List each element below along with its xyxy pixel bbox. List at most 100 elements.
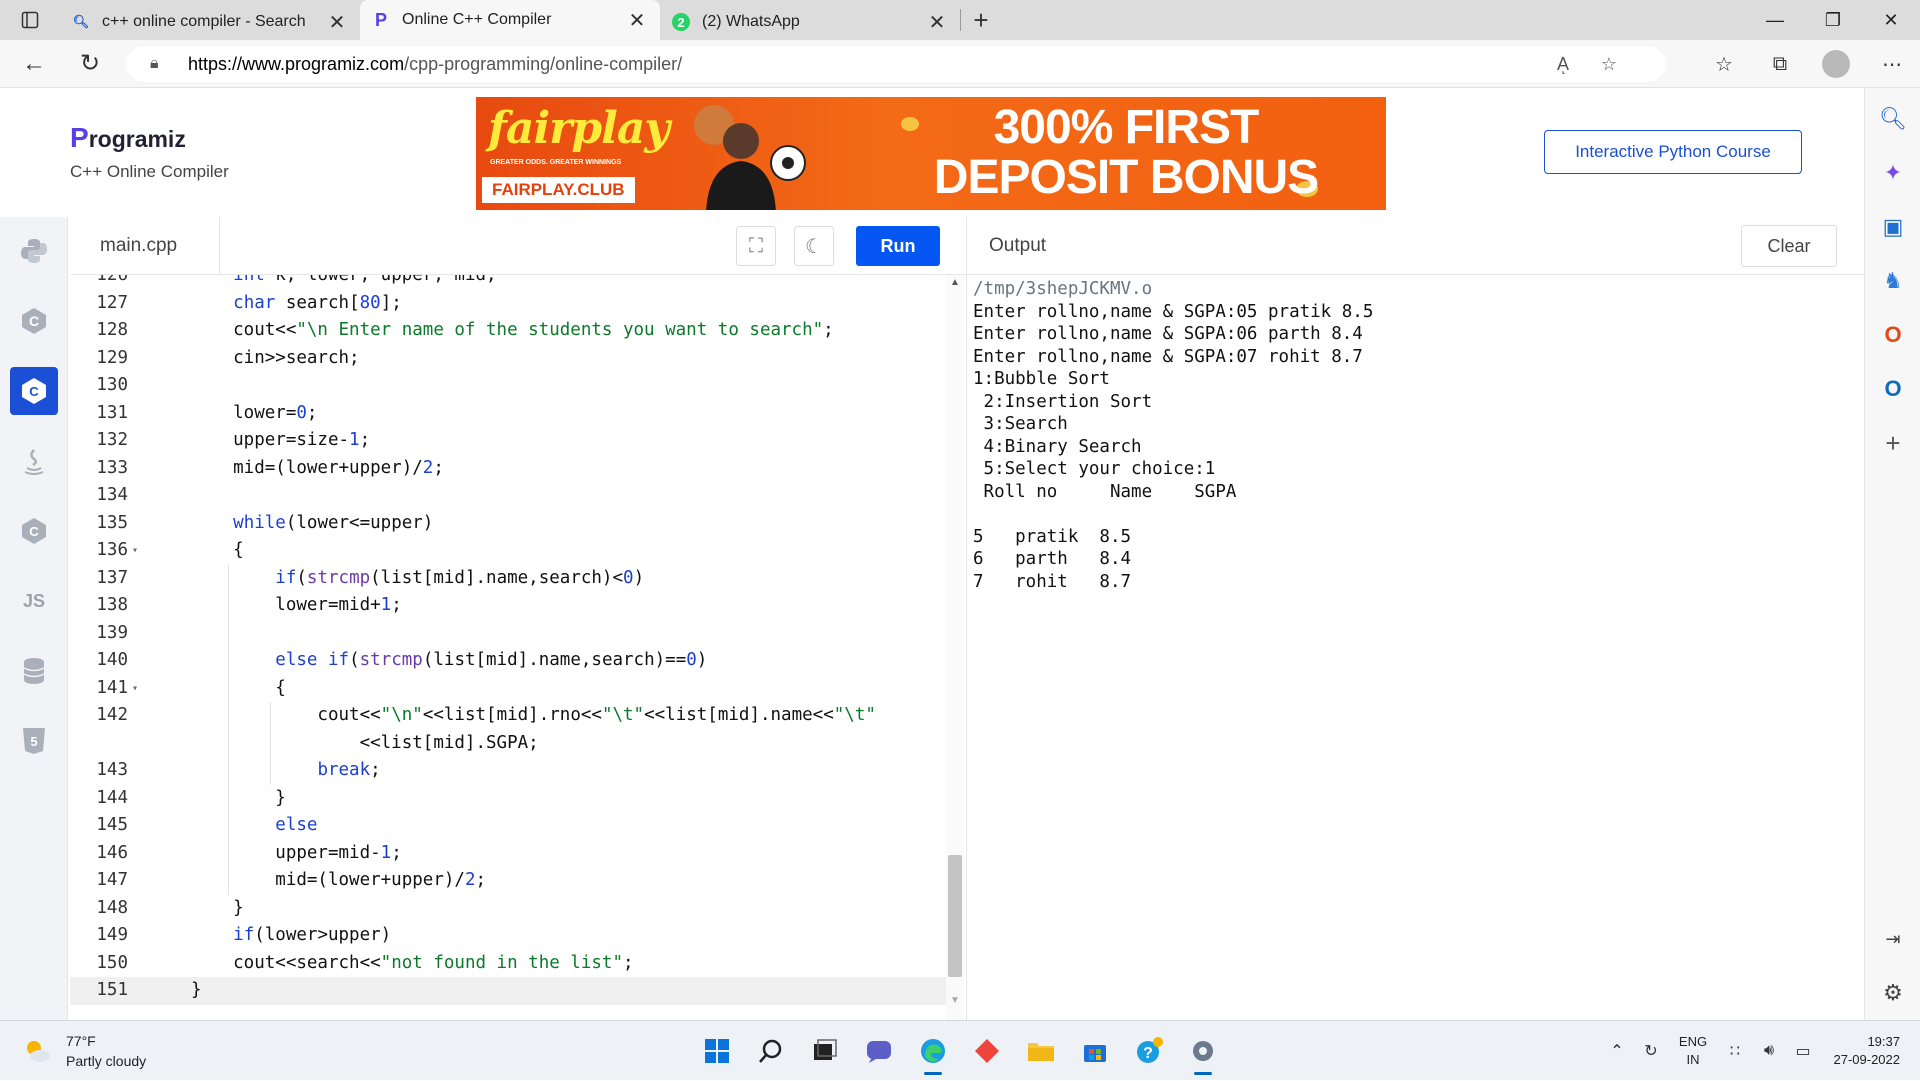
fullscreen-icon[interactable]: ⛶ — [736, 226, 776, 266]
scroll-up-icon[interactable]: ▲ — [950, 277, 960, 288]
file-tab[interactable]: main.cpp — [70, 217, 220, 275]
anydesk-icon[interactable] — [960, 1027, 1014, 1075]
office-icon[interactable]: O — [1865, 308, 1920, 362]
task-view-icon[interactable] — [798, 1027, 852, 1075]
code-line[interactable]: 146 upper=mid-1; — [70, 839, 960, 867]
code-text: } — [191, 787, 286, 808]
code-line[interactable]: 126 int k, lower, upper, mid; — [70, 275, 960, 290]
tab-compiler[interactable]: P Online C++ Compiler ✕ — [360, 0, 660, 40]
address-bar[interactable]: 🔒︎ https://www.programiz.com/cpp-program… — [126, 46, 1666, 82]
tab-whatsapp[interactable]: 2 (2) WhatsApp ✕ — [660, 4, 960, 40]
more-menu-icon[interactable]: ⋯ — [1864, 40, 1920, 88]
help-icon[interactable]: ? — [1122, 1027, 1176, 1075]
fold-toggle-icon[interactable]: ▾ — [132, 675, 138, 703]
python-icon[interactable] — [10, 227, 58, 275]
ad-banner[interactable]: fairplay GREATER ODDS. GREATER WINNINGS … — [476, 97, 1386, 210]
outlook-icon[interactable]: O — [1865, 362, 1920, 416]
c-icon[interactable]: C — [10, 297, 58, 345]
code-line[interactable]: 140 else if(strcmp(list[mid].name,search… — [70, 647, 960, 675]
code-line[interactable]: 143 break; — [70, 757, 960, 785]
chevron-up-icon[interactable]: ⌃ — [1600, 1041, 1634, 1061]
minimize-icon[interactable]: — — [1746, 0, 1804, 40]
edge-browser-icon[interactable] — [906, 1027, 960, 1075]
scrollbar-thumb[interactable] — [948, 855, 962, 977]
tab-search[interactable]: 🔍︎ c++ online compiler - Search ✕ — [60, 4, 360, 40]
add-favorite-icon[interactable]: ☆ — [1586, 54, 1632, 75]
editor-scrollbar[interactable]: ▲ ▼ — [946, 275, 964, 1020]
file-explorer-icon[interactable] — [1014, 1027, 1068, 1075]
code-line[interactable]: 138 lower=mid+1; — [70, 592, 960, 620]
wifi-icon[interactable]: ∷ — [1718, 1041, 1752, 1061]
code-line[interactable]: 139 — [70, 619, 960, 647]
code-line[interactable]: 142 cout<<"\n"<<list[mid].rno<<"\t"<<lis… — [70, 702, 960, 730]
code-line[interactable]: 148 } — [70, 895, 960, 923]
code-line[interactable]: 151} — [70, 977, 960, 1005]
run-button[interactable]: Run — [856, 226, 940, 266]
cpp-icon[interactable]: C — [10, 367, 58, 415]
battery-icon[interactable]: ▭ — [1786, 1041, 1820, 1061]
tab-actions-button[interactable] — [0, 0, 60, 40]
read-aloud-icon[interactable]: Aͅ — [1540, 54, 1586, 75]
code-line[interactable]: 127 char search[80]; — [70, 290, 960, 318]
code-line[interactable]: 141 ▾ { — [70, 674, 960, 703]
hide-sidebar-icon[interactable]: ⇥ — [1865, 912, 1920, 966]
sql-icon[interactable] — [10, 647, 58, 695]
close-tab-icon[interactable]: ✕ — [926, 10, 948, 35]
refresh-icon[interactable]: ↻ — [62, 40, 118, 88]
code-line[interactable]: 135 while(lower<=upper) — [70, 510, 960, 538]
code-line[interactable]: 132 upper=size-1; — [70, 427, 960, 455]
new-tab-button[interactable]: + — [961, 0, 1001, 40]
code-line[interactable]: 130 — [70, 372, 960, 400]
back-icon[interactable]: ← — [6, 40, 62, 88]
programiz-logo[interactable]: Programiz C++ Online Compiler — [70, 122, 229, 182]
profile-avatar[interactable] — [1822, 50, 1850, 78]
favorites-icon[interactable]: ☆ — [1696, 40, 1752, 88]
interactive-python-course-button[interactable]: Interactive Python Course — [1544, 130, 1802, 174]
clock[interactable]: 19:37 27-09-2022 — [1820, 1033, 1920, 1069]
close-window-icon[interactable]: ✕ — [1862, 0, 1920, 40]
search-icon[interactable]: 🔍︎ — [1865, 92, 1920, 146]
code-line[interactable]: 144 } — [70, 784, 960, 812]
java-icon[interactable] — [10, 437, 58, 485]
settings-icon[interactable]: ⚙ — [1865, 966, 1920, 1020]
svg-text:?: ? — [1143, 1045, 1153, 1062]
code-line[interactable]: 131 lower=0; — [70, 400, 960, 428]
collections-icon[interactable]: ⧉ — [1752, 40, 1808, 88]
shopping-icon[interactable]: ▣ — [1865, 200, 1920, 254]
code-line[interactable]: 133 mid=(lower+upper)/2; — [70, 455, 960, 483]
clear-button[interactable]: Clear — [1741, 225, 1837, 267]
dark-mode-icon[interactable]: ☾ — [794, 226, 834, 266]
html-icon[interactable]: 5 — [10, 717, 58, 765]
code-line[interactable]: 136 ▾ { — [70, 537, 960, 565]
sync-icon[interactable]: ↻ — [1634, 1041, 1668, 1061]
code-line[interactable]: 147 mid=(lower+upper)/2; — [70, 867, 960, 895]
code-line[interactable]: 145 else — [70, 812, 960, 840]
games-icon[interactable]: ♞ — [1865, 254, 1920, 308]
search-icon[interactable] — [744, 1027, 798, 1075]
add-icon[interactable]: + — [1865, 416, 1920, 470]
close-tab-icon[interactable]: ✕ — [326, 10, 348, 35]
restore-icon[interactable]: ❐ — [1804, 0, 1862, 40]
close-tab-icon[interactable]: ✕ — [626, 8, 648, 33]
copilot-icon[interactable]: ✦ — [1865, 146, 1920, 200]
start-icon[interactable] — [690, 1027, 744, 1075]
chat-icon[interactable] — [852, 1027, 906, 1075]
code-line[interactable]: 129 cin>>search; — [70, 345, 960, 373]
language-indicator[interactable]: ENG IN — [1668, 1033, 1718, 1069]
volume-icon[interactable]: 🔊︎ — [1752, 1042, 1786, 1060]
code-line[interactable]: 128 cout<<"\n Enter name of the students… — [70, 317, 960, 345]
scroll-down-icon[interactable]: ▼ — [950, 995, 960, 1006]
settings-icon[interactable] — [1176, 1027, 1230, 1075]
code-line[interactable]: 150 cout<<search<<"not found in the list… — [70, 950, 960, 978]
code-line[interactable]: 137 if(strcmp(list[mid].name,search)<0) — [70, 564, 960, 592]
code-line[interactable]: <<list[mid].SGPA; — [70, 729, 960, 757]
js-icon[interactable]: JS — [10, 577, 58, 625]
code-editor[interactable]: 126 int k, lower, upper, mid; 127 char se… — [70, 275, 966, 1020]
code-line[interactable]: 134 — [70, 482, 960, 510]
editor-header: main.cpp ⛶ ☾ Run — [70, 217, 966, 275]
store-icon[interactable] — [1068, 1027, 1122, 1075]
fold-toggle-icon[interactable]: ▾ — [132, 537, 138, 565]
weather-widget[interactable]: 77°F Partly cloudy — [22, 1031, 146, 1071]
csharp-icon[interactable]: C — [10, 507, 58, 555]
code-line[interactable]: 149 if(lower>upper) — [70, 922, 960, 950]
